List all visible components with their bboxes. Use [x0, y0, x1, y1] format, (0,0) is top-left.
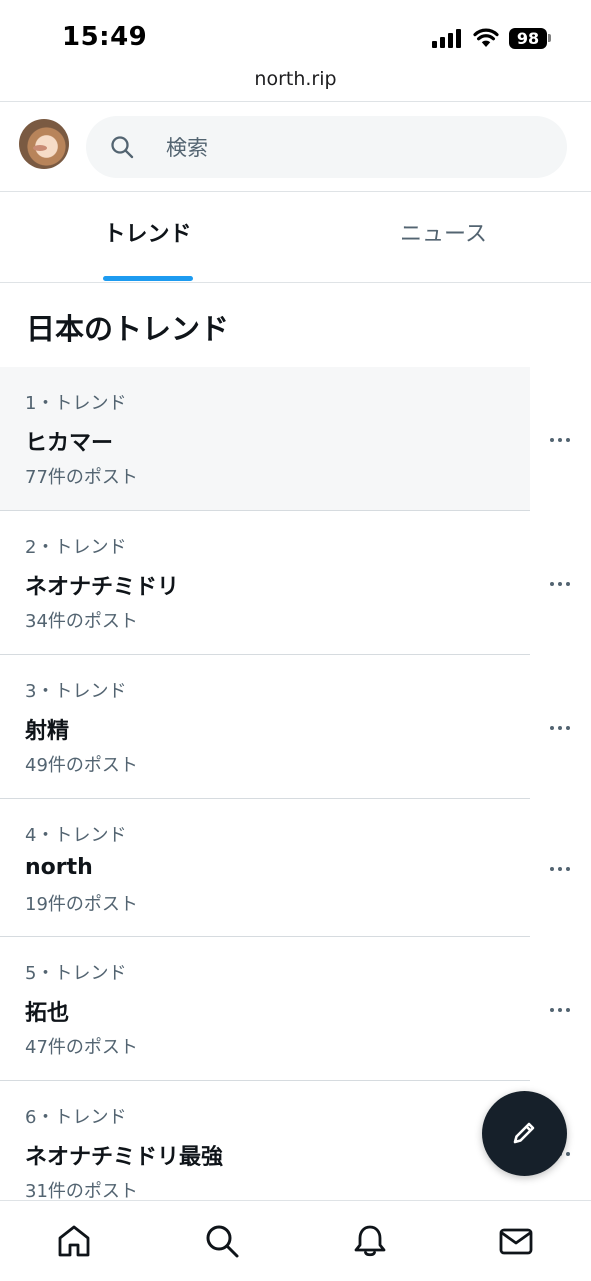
trend-rank: 5・トレンド: [25, 963, 127, 984]
battery-icon: 98: [509, 28, 547, 49]
status-time: 15:49: [62, 22, 148, 52]
tabs-divider: [0, 282, 591, 283]
signal-icon: [432, 28, 464, 48]
trend-item[interactable]: 3・トレンド 射精 49件のポスト: [0, 655, 530, 798]
active-tab-indicator: [103, 276, 193, 281]
trend-rank: 4・トレンド: [25, 825, 127, 846]
more-icon[interactable]: [548, 857, 572, 881]
battery-tip: [548, 34, 551, 42]
trend-name: ネオナチミドリ: [25, 575, 180, 600]
pencil-icon: [513, 1122, 535, 1144]
trend-post-count: 34件のポスト: [25, 611, 138, 632]
url-divider: [0, 101, 591, 102]
search-input[interactable]: [164, 116, 548, 180]
more-icon[interactable]: [548, 428, 572, 452]
trend-post-count: 49件のポスト: [25, 755, 138, 776]
tab-news[interactable]: ニュース: [296, 192, 591, 282]
trend-item[interactable]: 5・トレンド 拓也 47件のポスト: [0, 937, 530, 1080]
search-bar[interactable]: [86, 116, 567, 180]
trend-item[interactable]: 4・トレンド north 19件のポスト: [0, 799, 530, 936]
trend-name: 拓也: [25, 1001, 70, 1026]
status-bar: 15:49 98: [0, 0, 591, 64]
trend-item[interactable]: 6・トレンド ネオナチミドリ最強 31件のポスト: [0, 1081, 530, 1200]
more-icon[interactable]: [548, 716, 572, 740]
section-title: 日本のトレンド: [26, 312, 230, 346]
bell-icon[interactable]: [352, 1223, 388, 1259]
trend-name: ネオナチミドリ最強: [25, 1145, 224, 1170]
trend-post-count: 31件のポスト: [25, 1181, 138, 1200]
trend-item[interactable]: 1・トレンド ヒカマー 77件のポスト: [0, 367, 530, 510]
compose-button[interactable]: [482, 1091, 567, 1176]
avatar[interactable]: [19, 119, 69, 169]
more-icon[interactable]: [548, 998, 572, 1022]
trend-name: north: [25, 855, 93, 880]
browser-url[interactable]: north.rip: [0, 68, 591, 90]
trend-item[interactable]: 2・トレンド ネオナチミドリ 34件のポスト: [0, 511, 530, 654]
trend-post-count: 19件のポスト: [25, 894, 138, 915]
more-icon[interactable]: [548, 572, 572, 596]
trend-post-count: 47件のポスト: [25, 1037, 138, 1058]
search-icon: [111, 136, 134, 159]
tab-trends[interactable]: トレンド: [0, 192, 295, 282]
trend-post-count: 77件のポスト: [25, 467, 138, 488]
trend-rank: 1・トレンド: [25, 393, 127, 414]
mail-icon[interactable]: [498, 1223, 534, 1259]
wifi-icon: [473, 28, 499, 47]
trend-rank: 2・トレンド: [25, 537, 127, 558]
search-icon[interactable]: [204, 1223, 240, 1259]
trend-rank: 3・トレンド: [25, 681, 127, 702]
home-icon[interactable]: [56, 1223, 92, 1259]
trend-rank: 6・トレンド: [25, 1107, 127, 1128]
trend-name: 射精: [25, 719, 70, 744]
trend-name: ヒカマー: [25, 431, 114, 456]
bottom-nav: [0, 1200, 591, 1281]
